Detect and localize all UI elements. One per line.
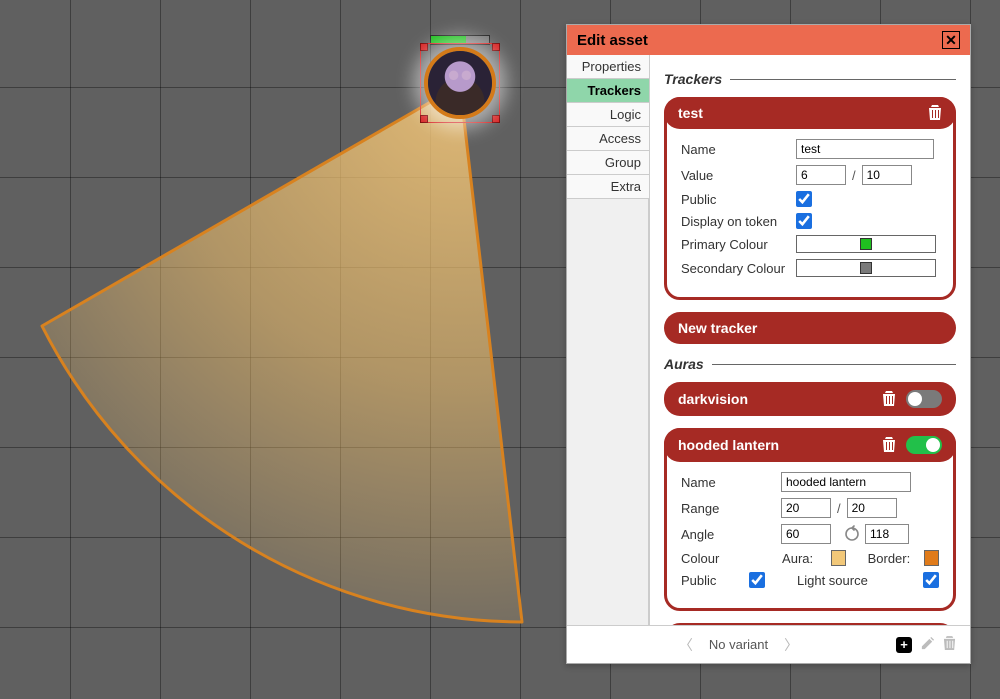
aura-angle-input[interactable] xyxy=(781,524,831,544)
aura-title: hooded lantern xyxy=(678,437,779,453)
resize-handle[interactable] xyxy=(420,43,428,51)
trash-icon[interactable] xyxy=(928,105,942,121)
aura-range-b-input[interactable] xyxy=(847,498,897,518)
field-label: Range xyxy=(681,501,781,516)
secondary-color-picker[interactable] xyxy=(796,259,936,277)
add-variant-button[interactable]: + xyxy=(896,637,912,653)
token-avatar[interactable] xyxy=(424,47,496,119)
close-icon[interactable]: ✕ xyxy=(942,31,960,49)
aura-card-hooded-lantern: hooded lantern Name Range / xyxy=(664,428,956,611)
trash-icon[interactable] xyxy=(882,437,896,453)
tracker-card: test Name Value / Public xyxy=(664,97,956,300)
tab-extra[interactable]: Extra xyxy=(567,175,649,199)
tab-logic[interactable]: Logic xyxy=(567,103,649,127)
dialog-footer: 〈 No variant 〉 + xyxy=(567,625,970,663)
tracker-title: test xyxy=(678,105,703,121)
aura-card-darkvision: darkvision xyxy=(664,382,956,416)
field-label: Colour xyxy=(681,551,774,566)
resize-handle[interactable] xyxy=(492,115,500,123)
field-label: Public xyxy=(681,573,741,588)
field-label: Angle xyxy=(681,527,781,542)
tracker-display-checkbox[interactable] xyxy=(796,213,812,229)
rotation-icon xyxy=(843,525,861,543)
field-label: Primary Colour xyxy=(681,237,796,252)
aura-title: darkvision xyxy=(678,391,748,407)
tracker-public-checkbox[interactable] xyxy=(796,191,812,207)
field-label: Secondary Colour xyxy=(681,261,796,276)
tracker-value-input[interactable] xyxy=(796,165,846,185)
trash-icon[interactable] xyxy=(882,391,896,407)
resize-handle[interactable] xyxy=(492,43,500,51)
field-label: Name xyxy=(681,475,781,490)
dialog-header[interactable]: Edit asset ✕ xyxy=(567,25,970,55)
tab-group[interactable]: Group xyxy=(567,151,649,175)
pencil-icon[interactable] xyxy=(920,636,935,654)
trash-icon[interactable] xyxy=(943,636,956,654)
tracker-name-input[interactable] xyxy=(796,139,934,159)
section-trackers: Trackers xyxy=(664,71,956,87)
aura-range-a-input[interactable] xyxy=(781,498,831,518)
new-tracker-button[interactable]: New tracker xyxy=(664,312,956,344)
field-label: Display on token xyxy=(681,214,796,229)
primary-color-picker[interactable] xyxy=(796,235,936,253)
tracker-max-input[interactable] xyxy=(862,165,912,185)
tab-access[interactable]: Access xyxy=(567,127,649,151)
edit-asset-dialog: Edit asset ✕ Properties Trackers Logic A… xyxy=(566,24,971,664)
dialog-title: Edit asset xyxy=(577,32,648,49)
field-label: Light source xyxy=(797,573,868,588)
aura-color-picker[interactable] xyxy=(831,550,846,566)
field-label: Value xyxy=(681,168,796,183)
tab-list: Properties Trackers Logic Access Group E… xyxy=(567,55,649,625)
aura-public-checkbox[interactable] xyxy=(749,572,765,588)
aura-toggle[interactable] xyxy=(906,390,942,408)
variant-label: No variant xyxy=(709,637,768,652)
section-auras: Auras xyxy=(664,356,956,372)
border-color-picker[interactable] xyxy=(924,550,939,566)
chevron-left-icon[interactable]: 〈 xyxy=(679,635,693,655)
field-label: Border: xyxy=(868,551,916,566)
field-label: Aura: xyxy=(782,551,823,566)
tab-properties[interactable]: Properties xyxy=(567,55,649,79)
tab-content: Trackers test Name Value / xyxy=(649,55,970,625)
field-label: Public xyxy=(681,192,796,207)
aura-toggle[interactable] xyxy=(906,436,942,454)
chevron-right-icon[interactable]: 〉 xyxy=(784,635,798,655)
tab-trackers[interactable]: Trackers xyxy=(567,79,649,103)
resize-handle[interactable] xyxy=(420,115,428,123)
token[interactable] xyxy=(424,47,496,119)
aura-name-input[interactable] xyxy=(781,472,911,492)
aura-light-checkbox[interactable] xyxy=(923,572,939,588)
field-label: Name xyxy=(681,142,796,157)
aura-direction-input[interactable] xyxy=(865,524,909,544)
